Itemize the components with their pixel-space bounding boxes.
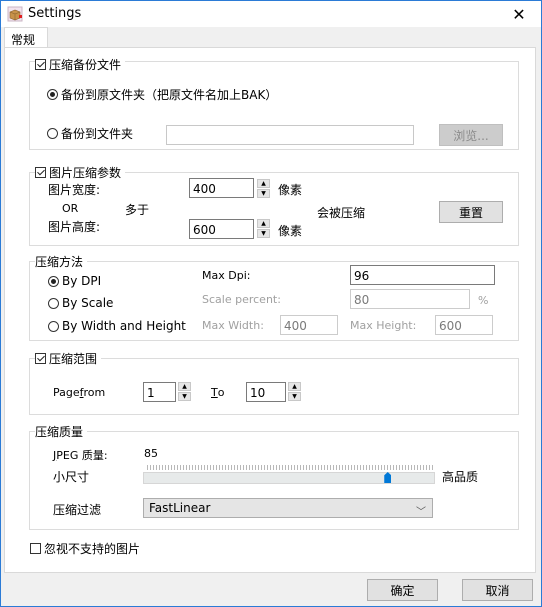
radio-by-width-height-label: By Width and Height — [62, 319, 186, 333]
image-height-input[interactable]: 600 — [189, 219, 254, 239]
range-checkbox[interactable] — [35, 353, 46, 364]
radio-by-scale[interactable]: By Scale — [48, 296, 113, 310]
backup-group-title: 压缩备份文件 — [49, 58, 122, 72]
quality-slider-ticks — [147, 465, 435, 470]
page-from-input[interactable]: 1 — [143, 382, 176, 402]
max-height-label: Max Height: — [350, 319, 417, 332]
page-to-mnemonic: T — [211, 386, 218, 399]
max-dpi-label: Max Dpi: — [202, 269, 251, 282]
tab-page-general: 压缩备份文件 备份到原文件夹（把原文件名加上BAK） 备份到文件夹 浏览... … — [4, 47, 536, 573]
page-from-suffix: rom — [83, 386, 106, 399]
scale-percent-label: Scale percent: — [202, 293, 281, 306]
max-height-input[interactable]: 600 — [435, 315, 493, 335]
spin-down-icon[interactable]: ▼ — [257, 189, 270, 198]
radio-backup-original[interactable]: 备份到原文件夹（把原文件名加上BAK） — [47, 86, 277, 103]
jpeg-label-rest: PEG 质量: — [56, 449, 108, 462]
radio-folder-label: 备份到文件夹 — [61, 127, 134, 141]
more-than-label: 多于 — [125, 203, 150, 217]
method-group-title: 压缩方法 — [35, 253, 88, 270]
window-title: Settings — [28, 6, 82, 21]
max-dpi-input[interactable]: 96 — [350, 265, 495, 285]
spin-down-icon[interactable]: ▼ — [257, 229, 270, 238]
filter-select[interactable]: FastLinear ﹀ — [143, 498, 433, 518]
tab-general[interactable]: 常规 — [4, 27, 48, 48]
max-width-label: Max Width: — [202, 319, 264, 332]
max-width-input[interactable]: 400 — [280, 315, 338, 335]
spin-up-icon[interactable]: ▲ — [257, 179, 270, 188]
page-from-prefix: Page — [53, 386, 80, 399]
package-box-icon — [7, 6, 23, 22]
spin-up-icon[interactable]: ▲ — [257, 219, 270, 228]
page-to-label: To — [211, 386, 224, 399]
scale-percent-input[interactable]: 80 — [350, 289, 470, 309]
range-group-title: 压缩范围 — [49, 352, 98, 366]
radio-by-width-height[interactable]: By Width and Height — [48, 319, 186, 333]
image-height-unit: 像素 — [278, 224, 303, 238]
radio-by-scale-indicator[interactable] — [48, 297, 59, 309]
jpeg-quality-label: J PEG 质量: — [53, 447, 108, 463]
image-params-checkbox[interactable] — [35, 167, 46, 178]
radio-original-indicator[interactable] — [47, 89, 58, 100]
page-from-label: Page f rom — [53, 386, 105, 399]
cancel-button[interactable]: 取消 — [462, 579, 533, 601]
ok-button[interactable]: 确定 — [367, 579, 438, 601]
image-width-spinner[interactable]: ▲ ▼ — [257, 179, 270, 198]
jpeg-quality-value: 85 — [144, 447, 158, 460]
image-width-unit: 像素 — [278, 183, 303, 197]
title-bar: Settings ✕ — [1, 1, 541, 27]
image-height-spinner[interactable]: ▲ ▼ — [257, 219, 270, 238]
backup-checkbox[interactable] — [35, 59, 46, 70]
radio-by-dpi-label: By DPI — [62, 274, 102, 288]
filter-label: 压缩过滤 — [53, 503, 102, 517]
radio-folder-indicator[interactable] — [47, 128, 58, 139]
page-to-spinner[interactable]: ▲ ▼ — [288, 382, 301, 401]
settings-window: Settings ✕ 常规 压缩备份文件 备份到原文件夹（把原文件名加上BAK）… — [0, 0, 542, 607]
quality-group-title: 压缩质量 — [35, 423, 88, 440]
image-width-label: 图片宽度: — [48, 183, 101, 197]
spin-up-icon[interactable]: ▲ — [288, 382, 301, 391]
spin-down-icon[interactable]: ▼ — [288, 392, 301, 401]
or-label: OR — [62, 202, 79, 215]
close-button[interactable]: ✕ — [497, 1, 541, 27]
page-from-spinner[interactable]: ▲ ▼ — [178, 382, 191, 401]
radio-by-dpi[interactable]: By DPI — [48, 274, 101, 288]
radio-backup-folder[interactable]: 备份到文件夹 — [47, 125, 133, 142]
close-icon: ✕ — [512, 4, 526, 24]
image-width-input[interactable]: 400 — [189, 178, 254, 198]
range-group-header[interactable]: 压缩范围 — [35, 350, 102, 367]
spin-up-icon[interactable]: ▲ — [178, 382, 191, 391]
browse-button[interactable]: 浏览... — [439, 124, 503, 146]
radio-by-width-height-indicator[interactable] — [48, 320, 59, 332]
ignore-unsupported-label: 忽视不支持的图片 — [44, 542, 141, 556]
filter-selected-value: FastLinear — [149, 501, 211, 515]
chevron-down-icon: ﹀ — [416, 507, 426, 518]
backup-group-header[interactable]: 压缩备份文件 — [35, 56, 126, 73]
page-to-suffix: o — [217, 386, 225, 399]
backup-folder-input[interactable] — [166, 125, 414, 145]
high-quality-label: 高品质 — [442, 470, 479, 484]
reset-button[interactable]: 重置 — [439, 201, 503, 223]
percent-sign: % — [478, 294, 489, 307]
image-params-title: 图片压缩参数 — [49, 166, 122, 180]
ignore-checkbox-indicator[interactable] — [30, 543, 41, 554]
will-compress-label: 会被压缩 — [317, 206, 366, 220]
radio-by-scale-label: By Scale — [62, 296, 114, 310]
spin-down-icon[interactable]: ▼ — [178, 392, 191, 401]
radio-original-label: 备份到原文件夹（把原文件名加上BAK） — [61, 88, 278, 102]
ignore-unsupported-checkbox[interactable]: 忽视不支持的图片 — [30, 540, 140, 557]
image-params-header[interactable]: 图片压缩参数 — [35, 164, 126, 181]
radio-by-dpi-indicator[interactable] — [48, 275, 59, 287]
image-height-label: 图片高度: — [48, 220, 101, 234]
small-size-label: 小尺寸 — [53, 470, 90, 484]
tab-strip: 常规 — [1, 27, 541, 48]
page-to-input[interactable]: 10 — [246, 382, 286, 402]
